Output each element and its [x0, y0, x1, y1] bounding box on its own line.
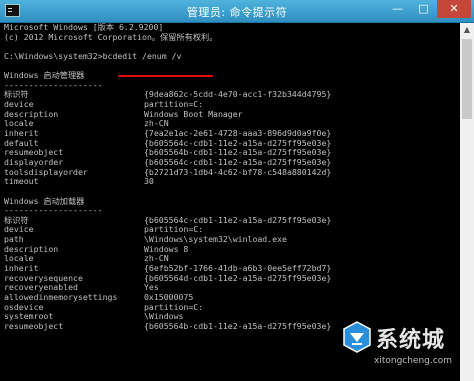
scroll-up-arrow-icon[interactable]: ▲ — [460, 23, 474, 37]
bcd-value: \Windows — [144, 311, 184, 322]
bcd-value: partition=C: — [144, 301, 204, 312]
bcd-value: {b605564d-cdb1-11e2-a15a-d275ff95e03e} — [144, 272, 332, 283]
bcd-value: Windows 8 — [144, 243, 189, 254]
xitongcheng-logo-icon — [343, 321, 371, 353]
console-line: osdevice partition=C: — [4, 301, 458, 313]
title-bar[interactable]: 管理员: 命令提示符 — □ ✕ — [0, 0, 474, 23]
close-button[interactable]: ✕ — [437, 0, 471, 18]
bcd-key: timeout — [4, 176, 39, 187]
bcd-value: {b605564c-cdb1-11e2-a15a-d275ff95e03e} — [144, 137, 332, 148]
console-line: timeout 30 — [4, 176, 458, 187]
scroll-thumb[interactable] — [462, 39, 472, 119]
bcd-value: {b605564b-cdb1-11e2-a15a-d275ff95e03e} — [144, 147, 332, 158]
bcd-value: {6efb52bf-1766-41db-a6b3-0ee5eff72bd7} — [144, 263, 332, 274]
watermark-name: 系统城 — [376, 328, 446, 353]
console-line: 标识符 {b605564c-cdb1-11e2-a15a-d275ff95e03e… — [4, 214, 458, 226]
command-highlight-underline — [118, 75, 213, 77]
bcd-value: partition=C: — [144, 224, 204, 235]
watermark-url: xitongcheng.com — [374, 356, 452, 366]
bcd-value: {b605564b-cdb1-11e2-a15a-d275ff95e03e} — [144, 320, 332, 331]
bcd-value: {7ea2e1ac-2e61-4728-aaa3-896d9d0a9f0e} — [144, 128, 332, 139]
bcd-value: {b605564c-cdb1-11e2-a15a-d275ff95e03e} — [144, 156, 332, 167]
maximize-button[interactable]: □ — [411, 0, 436, 18]
bcd-value: zh-CN — [144, 253, 169, 264]
command-prompt-window: 管理员: 命令提示符 — □ ✕ Microsoft Windows [版本 6… — [0, 0, 474, 381]
minimize-button[interactable]: — — [385, 0, 410, 18]
bcd-key: resumeobject — [4, 320, 64, 331]
bcd-value: Yes — [144, 282, 159, 293]
bcd-value: zh-CN — [144, 118, 169, 129]
bcd-value: {9dea862c-5cdd-4e70-acc1-f32b344d4795} — [144, 89, 332, 100]
bcd-value: {b605564c-cdb1-11e2-a15a-d275ff95e03e} — [144, 214, 332, 225]
console-line: path \Windows\system32\winload.exe — [4, 234, 458, 245]
console-line: description Windows Boot Manager — [4, 108, 458, 120]
console-line: (c) 2012 Microsoft Corporation。保留所有权利。 — [4, 31, 218, 42]
bcd-value: Windows Boot Manager — [144, 108, 243, 119]
bcd-value: {b2721d73-1db4-4c62-bf78-c548a880142d} — [144, 166, 332, 177]
bcd-value: \Windows\system32\winload.exe — [144, 234, 287, 245]
bcd-key: device — [4, 224, 34, 235]
console-line: description Windows 8 — [4, 243, 458, 255]
console-line: allowedinmemorysettings 0x15000075 — [4, 291, 458, 303]
watermark: 系统城 xitongcheng.com — [340, 318, 470, 378]
console-line: 标识符 {9dea862c-5cdd-4e70-acc1-f32b344d4795… — [4, 90, 458, 100]
console-line: toolsdisplayorder {b2721d73-1db4-4c62-bf7… — [4, 166, 458, 178]
bcd-value: partition=C: — [144, 99, 204, 110]
console-line: C:\Windows\system32>bcdedit /enum /v — [4, 50, 182, 61]
bcd-value: 0x15000075 — [144, 291, 194, 302]
bcd-value: 30 — [144, 176, 154, 187]
